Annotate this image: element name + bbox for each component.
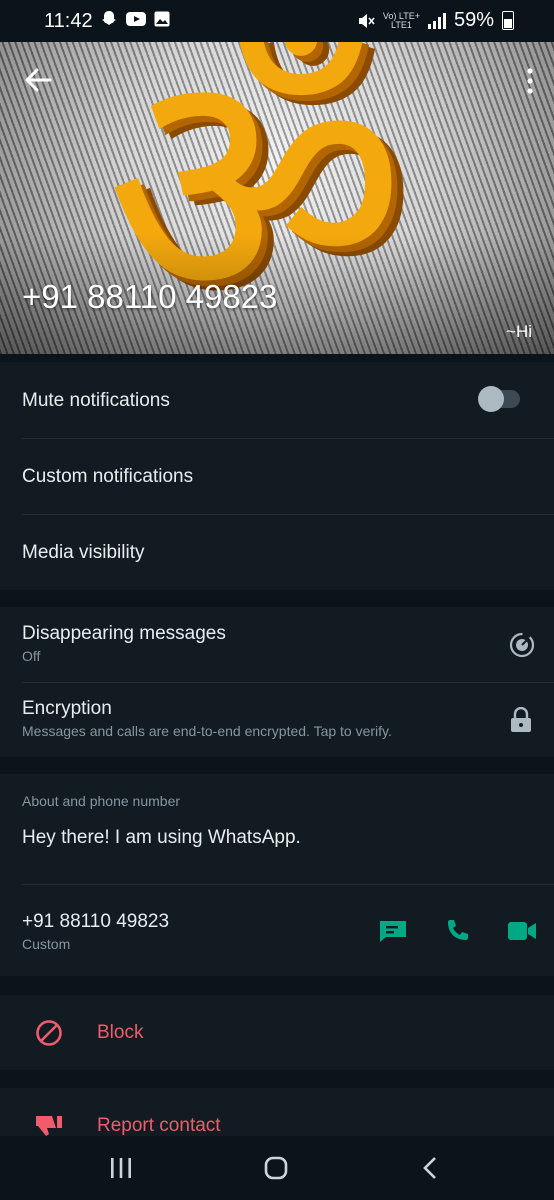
report-contact-row[interactable]: Report contact (0, 1088, 554, 1136)
lock-icon (511, 707, 531, 732)
media-visibility-row[interactable]: Media visibility (0, 515, 554, 590)
encryption-label: Encryption (22, 698, 112, 719)
block-row[interactable]: Block (0, 995, 554, 1070)
signal-icon (427, 12, 446, 29)
system-status: Vo) LTE+ LTE1 59% (357, 9, 514, 32)
about-section: About and phone number Hey there! I am u… (0, 774, 554, 976)
profile-header[interactable]: ॐ +91 88110 49823 ~Hi (0, 42, 554, 354)
notification-settings-section: Mute notifications Custom notifications … (0, 362, 554, 590)
mute-icon (358, 13, 375, 28)
contact-status: ~Hi (506, 322, 532, 341)
mute-notifications-label: Mute notifications (22, 390, 170, 411)
encryption-description: Messages and calls are end-to-end encryp… (22, 723, 392, 739)
disappearing-messages-row[interactable]: Disappearing messages Off (0, 607, 554, 682)
status-bar: 11:42 Vo) LTE+ LTE1 59% (0, 0, 554, 42)
mute-notifications-row[interactable]: Mute notifications (0, 362, 554, 438)
recent-apps-icon[interactable] (110, 1157, 132, 1179)
status-time: 11:42 (44, 10, 93, 32)
youtube-icon (126, 12, 146, 26)
mute-toggle[interactable] (478, 386, 520, 412)
privacy-section: Disappearing messages Off Encryption Mes… (0, 607, 554, 757)
gallery-icon (154, 11, 170, 27)
more-options-icon[interactable] (524, 68, 536, 94)
disappearing-messages-value: Off (22, 648, 41, 664)
video-call-icon[interactable] (507, 920, 537, 942)
snapchat-icon (102, 11, 116, 25)
report-contact-label: Report contact (97, 1115, 221, 1136)
back-nav-icon[interactable] (422, 1156, 438, 1180)
media-visibility-label: Media visibility (22, 542, 145, 563)
notification-icons (100, 10, 170, 28)
back-arrow-icon[interactable] (22, 64, 54, 96)
network-label: Vo) LTE+ LTE1 (382, 10, 420, 30)
disappearing-messages-label: Disappearing messages (22, 623, 226, 644)
phone-type: Custom (22, 936, 71, 952)
battery-percent: 59% (453, 9, 494, 31)
about-text[interactable]: Hey there! I am using WhatsApp. (22, 827, 301, 849)
custom-notifications-row[interactable]: Custom notifications (0, 439, 554, 514)
phone-number-row[interactable]: +91 88110 49823 Custom (0, 885, 554, 976)
about-heading: About and phone number (22, 793, 181, 809)
home-icon[interactable] (264, 1156, 288, 1180)
timer-icon (509, 632, 535, 658)
mute-toggle-knob (478, 386, 504, 412)
thumbs-down-icon (36, 1116, 62, 1136)
message-icon[interactable] (378, 919, 408, 943)
custom-notifications-label: Custom notifications (22, 466, 194, 487)
block-icon (36, 1020, 62, 1046)
system-nav-bar (0, 1136, 554, 1200)
about-phone: +91 88110 49823 (22, 911, 170, 932)
contact-phone-title: +91 88110 49823 (22, 278, 278, 315)
voice-call-icon[interactable] (444, 918, 470, 944)
encryption-row[interactable]: Encryption Messages and calls are end-to… (0, 683, 554, 757)
block-label: Block (97, 1022, 144, 1043)
battery-icon (502, 11, 514, 30)
